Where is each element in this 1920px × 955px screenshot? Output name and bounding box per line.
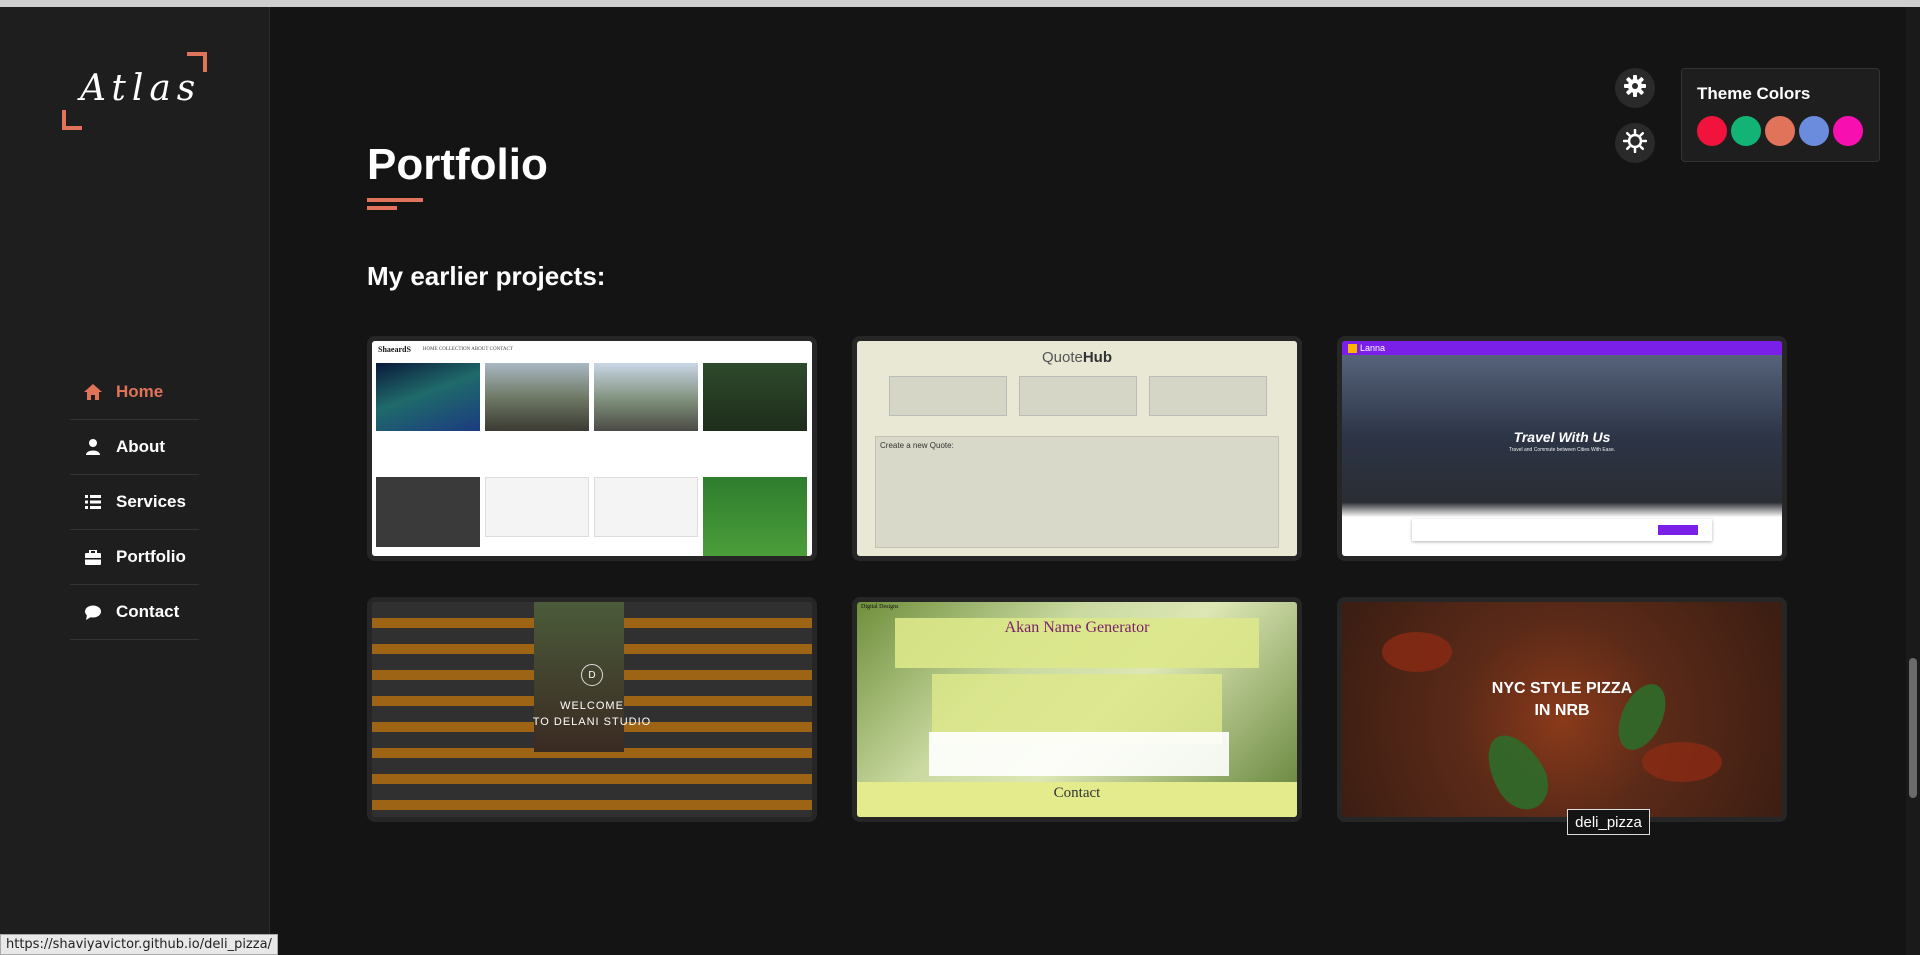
nav-item-contact[interactable]: Contact bbox=[70, 585, 199, 640]
swatch-red[interactable] bbox=[1697, 116, 1727, 146]
section-subtitle: My earlier projects: bbox=[367, 261, 606, 291]
thumb-brand: Digital Designs bbox=[861, 604, 899, 610]
briefcase-icon bbox=[84, 548, 102, 566]
title-underline-short bbox=[367, 206, 397, 210]
project-card-delani-studio[interactable]: D WELCOME TO DELANI STUDIO bbox=[367, 597, 817, 822]
project-thumbnail: Lanna Travel With Us Travel and Commute … bbox=[1342, 341, 1782, 556]
nav-item-services[interactable]: Services bbox=[70, 475, 199, 530]
project-card-akan-name-generator[interactable]: Digital Designs Akan Name Generator Cont… bbox=[852, 597, 1302, 822]
nav-item-about[interactable]: About bbox=[70, 420, 199, 475]
thumb-line2: IN NRB bbox=[1534, 702, 1590, 719]
thumb-title-b: Hub bbox=[1082, 349, 1113, 366]
swatch-green[interactable] bbox=[1731, 116, 1761, 146]
thumb-headline: Travel With Us bbox=[1513, 429, 1611, 445]
hover-tooltip: deli_pizza bbox=[1567, 809, 1650, 835]
thumb-badge: D bbox=[581, 664, 603, 686]
comment-icon bbox=[84, 603, 102, 621]
swatch-pink[interactable] bbox=[1833, 116, 1863, 146]
page-title: Portfolio bbox=[367, 140, 548, 189]
home-icon bbox=[84, 383, 102, 401]
theme-toggle-button[interactable] bbox=[1615, 123, 1655, 163]
swatch-blue[interactable] bbox=[1799, 116, 1829, 146]
nav-label: Services bbox=[116, 492, 186, 511]
browser-status-url: https://shaviyavictor.github.io/deli_piz… bbox=[0, 934, 278, 955]
logo[interactable]: Atlas bbox=[62, 52, 207, 130]
project-card-lanna[interactable]: Lanna Travel With Us Travel and Commute … bbox=[1337, 336, 1787, 561]
swatch-orange[interactable] bbox=[1765, 116, 1795, 146]
nav-label: About bbox=[116, 437, 166, 456]
user-icon bbox=[84, 438, 102, 456]
project-card-deli-pizza[interactable]: NYC STYLE PIZZA IN NRB bbox=[1337, 597, 1787, 822]
title-underline bbox=[367, 198, 423, 202]
logo-bracket-bottom-left bbox=[62, 110, 82, 130]
project-thumbnail: QuoteHub Create a new Quote: bbox=[857, 341, 1297, 556]
page-scrollbar[interactable] bbox=[1906, 7, 1920, 955]
theme-colors-panel: Theme Colors bbox=[1681, 68, 1880, 162]
thumb-footer: Contact bbox=[1053, 785, 1101, 801]
project-thumbnail: ShaeardS HOME COLLECTION ABOUT CONTACT bbox=[372, 341, 812, 556]
project-card-quotehub[interactable]: QuoteHub Create a new Quote: bbox=[852, 336, 1302, 561]
thumb-tagline: Travel and Commute between Cities With E… bbox=[1508, 447, 1616, 453]
thumb-line1: WELCOME bbox=[560, 700, 624, 712]
nav-label: Home bbox=[116, 382, 164, 401]
nav-item-portfolio[interactable]: Portfolio bbox=[70, 530, 199, 585]
list-icon bbox=[84, 493, 102, 511]
nav-label: Portfolio bbox=[116, 547, 186, 566]
thumb-brand: Lanna bbox=[1360, 343, 1386, 353]
thumb-title-a: Quote bbox=[1041, 349, 1083, 366]
logo-text: Atlas bbox=[80, 68, 202, 109]
theme-colors-title: Theme Colors bbox=[1697, 84, 1811, 103]
settings-button[interactable] bbox=[1615, 68, 1655, 108]
project-thumbnail: D WELCOME TO DELANI STUDIO bbox=[372, 602, 812, 817]
gear-icon bbox=[1624, 75, 1646, 101]
project-thumbnail: Digital Designs Akan Name Generator Cont… bbox=[857, 602, 1297, 817]
project-card-shaeardi[interactable]: ShaeardS HOME COLLECTION ABOUT CONTACT bbox=[367, 336, 817, 561]
nav-item-home[interactable]: Home bbox=[70, 365, 199, 420]
thumb-links: HOME COLLECTION ABOUT CONTACT bbox=[422, 346, 513, 352]
scrollbar-thumb[interactable] bbox=[1909, 658, 1917, 798]
browser-top-strip bbox=[0, 0, 1920, 7]
thumb-line2: TO DELANI STUDIO bbox=[532, 716, 652, 728]
thumb-line1: NYC STYLE PIZZA bbox=[1491, 680, 1633, 697]
thumb-header: ShaeardS bbox=[378, 344, 411, 354]
nav-label: Contact bbox=[116, 602, 180, 621]
thumb-title: Akan Name Generator bbox=[1004, 619, 1150, 636]
color-swatches bbox=[1697, 116, 1864, 146]
project-thumbnail: NYC STYLE PIZZA IN NRB bbox=[1342, 602, 1782, 817]
sidebar: Atlas Home About Services Portfolio Cont… bbox=[0, 7, 270, 955]
thumb-form-title: Create a new Quote: bbox=[880, 441, 954, 450]
sun-icon bbox=[1622, 128, 1648, 157]
main-nav: Home About Services Portfolio Contact bbox=[70, 365, 199, 640]
